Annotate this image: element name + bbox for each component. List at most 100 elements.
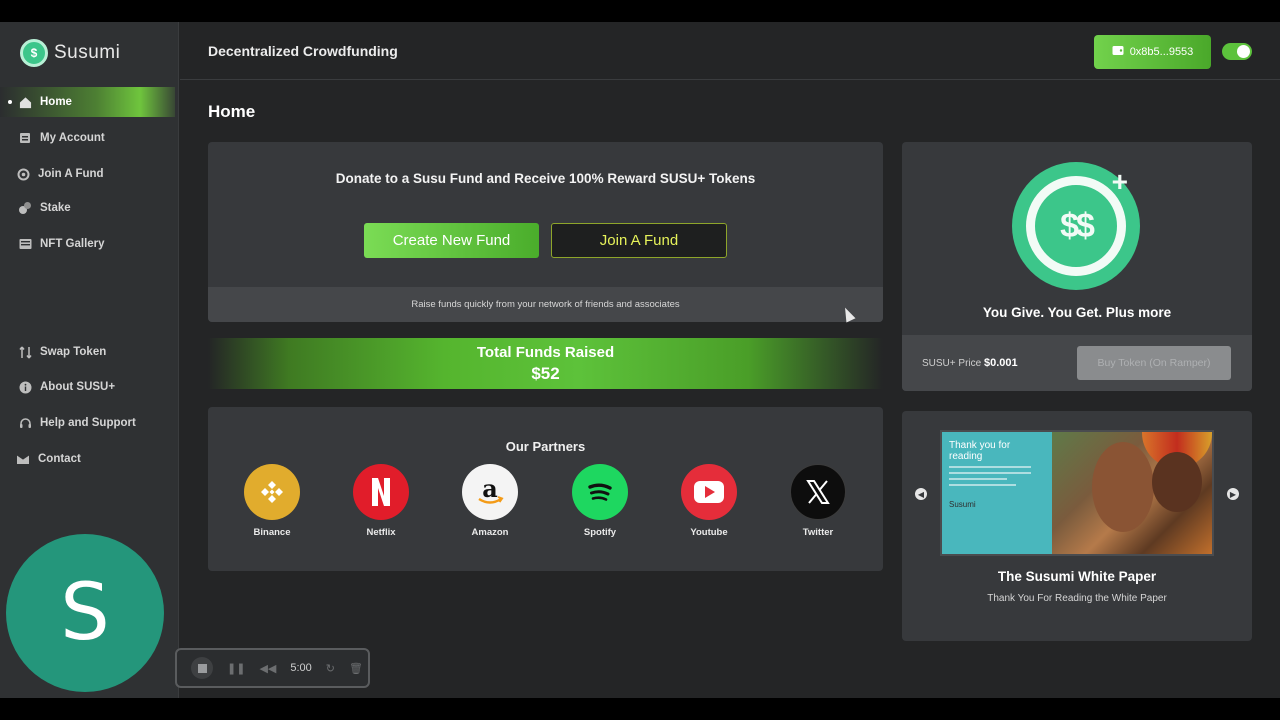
partner-name: Binance bbox=[253, 527, 291, 538]
sidebar-item-my-account[interactable]: My Account bbox=[0, 123, 175, 153]
sidebar-item-join-a-fund[interactable]: Join A Fund bbox=[0, 159, 175, 189]
partner-spotify[interactable]: Spotify bbox=[560, 464, 640, 538]
stake-icon bbox=[18, 201, 32, 215]
thumbnail-title: Thank you for reading bbox=[949, 440, 1011, 462]
sidebar-item-swap-token[interactable]: Swap Token bbox=[0, 337, 175, 367]
token-price: SUSU+ Price $0.001 bbox=[922, 357, 1018, 369]
brand-name: Susumi bbox=[54, 42, 121, 63]
token-tagline: You Give. You Get. Plus more bbox=[982, 305, 1172, 320]
youtube-icon bbox=[681, 464, 737, 520]
contact-icon bbox=[16, 452, 30, 466]
sidebar-item-stake[interactable]: Stake bbox=[0, 193, 175, 223]
carousel-prev-icon[interactable]: ◀ bbox=[915, 488, 927, 500]
netflix-icon bbox=[353, 464, 409, 520]
partner-amazon[interactable]: a Amazon bbox=[450, 464, 530, 538]
token-card: $$ + You Give. You Get. Plus more SUSU+ … bbox=[902, 142, 1252, 391]
binance-icon bbox=[244, 464, 300, 520]
sidebar-item-label: About SUSU+ bbox=[40, 381, 116, 393]
divider bbox=[949, 478, 1007, 480]
account-icon bbox=[18, 131, 32, 145]
gallery-icon bbox=[18, 237, 32, 251]
carousel-next-icon[interactable]: ▶ bbox=[1227, 488, 1239, 500]
divider bbox=[949, 484, 1017, 486]
spotify-icon bbox=[572, 464, 628, 520]
sidebar: $ Susumi Home My Account Join A Fund Sta… bbox=[0, 22, 179, 698]
brand[interactable]: $ Susumi bbox=[20, 39, 120, 67]
partner-name: Youtube bbox=[690, 527, 728, 538]
screen-recorder-bar: ❚❚ ◀◀ 5:00 ↻ 🗑 bbox=[175, 648, 370, 688]
susumi-coin-icon: $ bbox=[20, 39, 48, 67]
thumbnail-text-panel: Thank you for reading Susumi bbox=[942, 432, 1052, 554]
whitepaper-card: ◀ Thank you for reading Susumi ▶ The Sus… bbox=[902, 411, 1252, 641]
partner-netflix[interactable]: Netflix bbox=[341, 464, 421, 538]
create-new-fund-button[interactable]: Create New Fund bbox=[364, 223, 539, 258]
swap-icon bbox=[18, 345, 32, 359]
topbar: Decentralized Crowdfunding 0x8b5...9553 bbox=[180, 22, 1280, 80]
whitepaper-subtitle: Thank You For Reading the White Paper bbox=[987, 593, 1167, 604]
whitepaper-title[interactable]: The Susumi White Paper bbox=[902, 569, 1252, 584]
donate-card: Donate to a Susu Fund and Receive 100% R… bbox=[208, 142, 883, 322]
wallet-address: 0x8b5...9553 bbox=[1129, 46, 1194, 58]
join-a-fund-button[interactable]: Join A Fund bbox=[551, 223, 727, 258]
sidebar-item-nft-gallery[interactable]: NFT Gallery bbox=[0, 229, 175, 259]
active-dot bbox=[8, 100, 12, 104]
sidebar-item-label: Stake bbox=[40, 202, 71, 214]
buy-token-button[interactable]: Buy Token (On Ramper) bbox=[1077, 346, 1231, 380]
donate-footer-text: Raise funds quickly from your network of… bbox=[208, 287, 883, 322]
headset-icon bbox=[18, 416, 32, 430]
pause-icon[interactable]: ❚❚ bbox=[227, 662, 245, 675]
sidebar-item-contact[interactable]: Contact bbox=[0, 444, 175, 474]
divider bbox=[949, 472, 1031, 474]
partner-binance[interactable]: Binance bbox=[232, 464, 312, 538]
trash-icon[interactable]: 🗑 bbox=[349, 662, 363, 675]
token-footer: SUSU+ Price $0.001 Buy Token (On Ramper) bbox=[902, 335, 1252, 391]
wallet-icon bbox=[1112, 45, 1124, 59]
partner-youtube[interactable]: Youtube bbox=[669, 464, 749, 538]
whitepaper-thumbnail[interactable]: Thank you for reading Susumi bbox=[940, 430, 1214, 556]
app-title: Decentralized Crowdfunding bbox=[208, 43, 398, 59]
app-frame: $ Susumi Home My Account Join A Fund Sta… bbox=[0, 22, 1280, 698]
recording-timer: 5:00 bbox=[290, 662, 312, 674]
sidebar-item-label: Help and Support bbox=[40, 417, 136, 429]
total-funds-label: Total Funds Raised bbox=[476, 344, 615, 361]
svg-text:a: a bbox=[482, 474, 498, 503]
amazon-icon: a bbox=[462, 464, 518, 520]
info-icon bbox=[18, 380, 32, 394]
price-value: $0.001 bbox=[983, 357, 1018, 369]
total-funds-value: $52 bbox=[531, 364, 560, 383]
thumbnail-logo: Susumi bbox=[949, 500, 976, 509]
avatar[interactable]: S bbox=[6, 534, 164, 692]
sidebar-item-label: Swap Token bbox=[40, 346, 107, 358]
sidebar-item-label: Contact bbox=[38, 453, 81, 465]
partner-name: Amazon bbox=[471, 527, 509, 538]
restart-icon[interactable]: ↻ bbox=[326, 662, 335, 675]
susu-plus-coin-icon: $$ + bbox=[1012, 162, 1140, 290]
partner-twitter[interactable]: Twitter bbox=[778, 464, 858, 538]
rewind-icon[interactable]: ◀◀ bbox=[259, 662, 276, 675]
partner-name: Netflix bbox=[366, 527, 396, 538]
sidebar-item-about[interactable]: About SUSU+ bbox=[0, 372, 175, 402]
price-label: SUSU+ Price bbox=[922, 358, 982, 369]
partner-name: Twitter bbox=[802, 527, 834, 538]
sidebar-item-label: Join A Fund bbox=[38, 168, 104, 180]
sidebar-item-label: My Account bbox=[40, 132, 105, 144]
page-title: Home bbox=[208, 102, 256, 121]
thumbnail-photo bbox=[1052, 432, 1212, 554]
sidebar-item-label: Home bbox=[40, 96, 72, 108]
wallet-button[interactable]: 0x8b5...9553 bbox=[1094, 35, 1211, 69]
sidebar-item-help[interactable]: Help and Support bbox=[0, 408, 175, 438]
toggle-knob bbox=[1237, 45, 1250, 58]
sidebar-item-home[interactable]: Home bbox=[0, 87, 175, 117]
sidebar-item-label: NFT Gallery bbox=[40, 238, 105, 250]
donate-heading: Donate to a Susu Fund and Receive 100% R… bbox=[335, 171, 756, 186]
photo-child bbox=[1152, 452, 1202, 512]
divider bbox=[949, 466, 1031, 468]
partners-title: Our Partners bbox=[505, 439, 586, 454]
stop-recording-button[interactable] bbox=[191, 657, 213, 679]
partners-card: Our Partners Binance Netflix a Amazon Sp… bbox=[208, 407, 883, 571]
join-fund-icon bbox=[16, 167, 30, 181]
x-twitter-icon bbox=[790, 464, 846, 520]
partner-name: Spotify bbox=[583, 527, 617, 538]
theme-toggle[interactable] bbox=[1222, 43, 1252, 60]
total-funds-banner: Total Funds Raised $52 bbox=[208, 338, 883, 389]
